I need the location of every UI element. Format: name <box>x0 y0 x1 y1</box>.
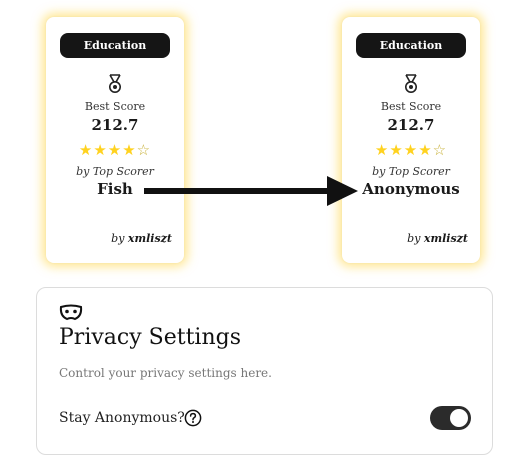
star-empty-icon: ☆ <box>136 141 152 159</box>
medal-icon <box>405 74 417 93</box>
star-filled-icon: ★ <box>93 141 108 159</box>
top-scorer-name: Anonymous <box>362 180 460 198</box>
author-prefix: by <box>407 232 421 245</box>
star-rating: ★★★★☆ <box>46 141 184 159</box>
panel-description: Control your privacy settings here. <box>59 366 272 380</box>
star-filled-icon: ★ <box>107 141 123 159</box>
score-card-after[interactable]: Education Best Score 212.7 ★★★★☆ by Top … <box>342 17 480 263</box>
stay-anonymous-label: Stay Anonymous? <box>59 410 185 426</box>
page-title: Privacy Settings <box>59 325 241 350</box>
privacy-settings-panel: Privacy Settings Control your privacy se… <box>36 287 493 455</box>
author-prefix: by <box>111 232 125 245</box>
right-arrow-icon <box>144 176 358 206</box>
best-score-label: Best Score <box>380 100 442 113</box>
category-badge: Education <box>356 33 466 58</box>
star-filled-icon: ★ <box>403 141 419 159</box>
star-filled-icon: ★ <box>78 141 94 159</box>
star-rating: ★★★★☆ <box>342 141 480 159</box>
author-name: xmliszt <box>423 232 468 245</box>
star-filled-icon: ★ <box>418 141 433 159</box>
best-score-value: 212.7 <box>91 116 139 134</box>
question-circle-icon[interactable] <box>184 409 202 427</box>
star-filled-icon: ★ <box>374 141 390 159</box>
best-score-value: 212.7 <box>387 116 435 134</box>
category-badge: Education <box>60 33 170 58</box>
medal-icon <box>109 74 121 93</box>
star-empty-icon: ☆ <box>432 141 448 159</box>
stay-anonymous-toggle[interactable] <box>430 406 471 430</box>
author-credit: by xmliszt <box>407 232 468 245</box>
author-credit: by xmliszt <box>111 232 172 245</box>
score-card-before[interactable]: Education Best Score 212.7 ★★★★☆ by Top … <box>46 17 184 263</box>
best-score-label: Best Score <box>84 100 146 113</box>
mask-icon <box>59 304 83 321</box>
toggle-knob <box>450 409 468 427</box>
author-name: xmliszt <box>127 232 172 245</box>
top-scorer-label: by Top Scorer <box>372 165 450 178</box>
star-filled-icon: ★ <box>122 141 137 159</box>
star-filled-icon: ★ <box>389 141 404 159</box>
